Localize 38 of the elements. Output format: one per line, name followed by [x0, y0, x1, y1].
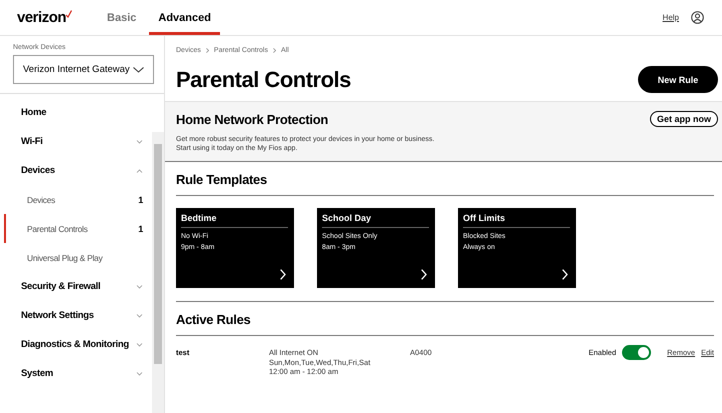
sidebar-item[interactable]: Security & Firewall [4, 272, 152, 301]
chevron-icon [133, 66, 144, 72]
chevron-icon [136, 168, 143, 172]
chevron-right-icon [273, 48, 276, 53]
sidebar-item[interactable]: Network Settings [4, 301, 152, 330]
nav-tab[interactable]: Advanced [149, 0, 220, 35]
card-title: School Day [322, 213, 429, 228]
nav-tab[interactable]: Basic [98, 0, 146, 35]
help-link[interactable]: Help [662, 13, 679, 22]
sidebar-item[interactable]: Devices 1 [4, 185, 152, 214]
chevron-icon [136, 314, 143, 318]
chevron-right-icon [421, 269, 427, 280]
sidebar-item[interactable]: Wi-Fi [4, 127, 152, 156]
user-icon[interactable] [691, 11, 704, 24]
chevron-right-icon [562, 269, 568, 280]
new-rule-button[interactable]: New Rule [638, 66, 718, 93]
device-select[interactable]: Verizon Internet Gateway [13, 55, 154, 84]
chevron-icon [136, 342, 143, 346]
enable-toggle[interactable] [622, 345, 652, 360]
chevron-right-icon [206, 48, 209, 53]
logo[interactable]: verizon [17, 0, 72, 35]
section-title: Rule Templates [176, 172, 268, 187]
chevron-right-icon [280, 269, 286, 280]
sidebar-item[interactable]: Devices [4, 156, 152, 185]
chevron-icon [136, 140, 143, 144]
sidebar-item[interactable]: Home [4, 98, 152, 127]
sidebar-item[interactable]: Universal Plug & Play [4, 243, 152, 272]
card-title: Off Limits [463, 213, 570, 228]
sidebar-item[interactable]: Diagnostics & Monitoring [4, 330, 152, 359]
section-title: Active Rules [176, 312, 252, 327]
get-app-button[interactable]: Get app now [650, 111, 718, 127]
chevron-icon [136, 284, 143, 288]
sidebar-item[interactable]: System [4, 359, 152, 388]
scrollbar[interactable] [152, 132, 164, 413]
card-title: Bedtime [181, 213, 288, 228]
page-title: Parental Controls [176, 66, 351, 92]
chevron-icon [136, 372, 143, 376]
section-title: Home Network Protection [176, 112, 328, 126]
